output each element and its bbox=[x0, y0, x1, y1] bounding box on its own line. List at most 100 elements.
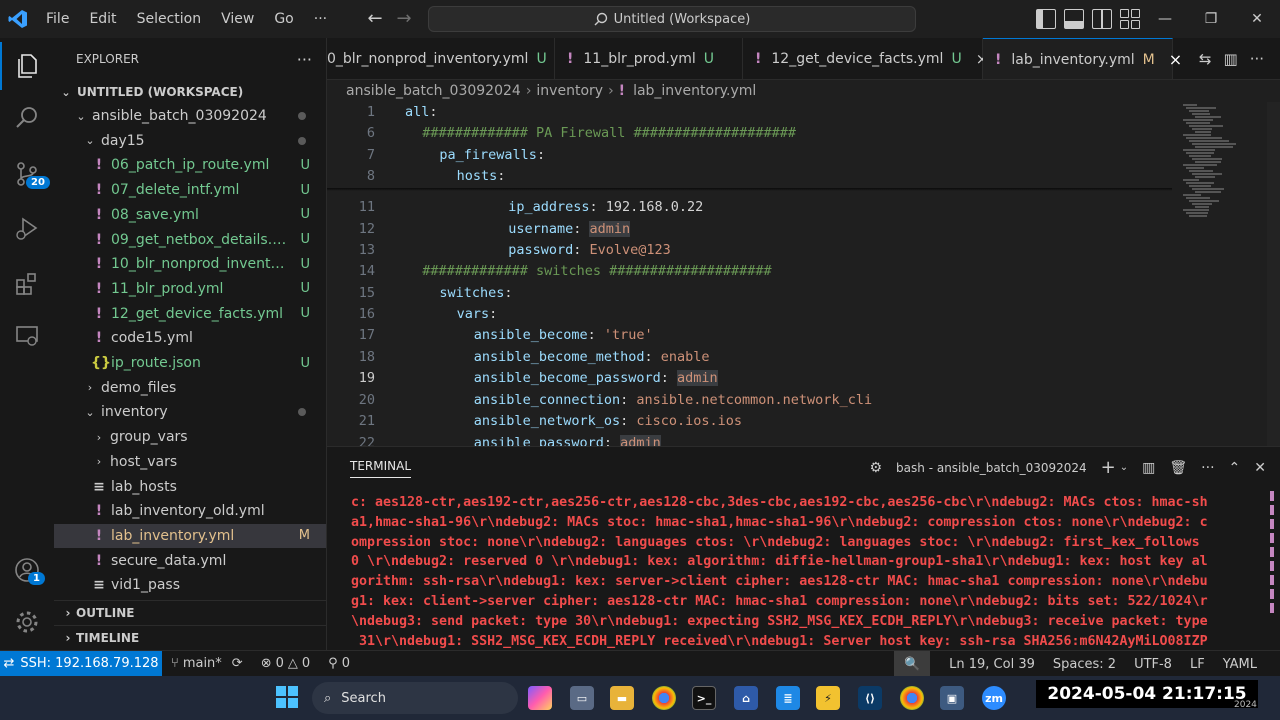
terminal-app-icon[interactable]: >_ bbox=[692, 686, 716, 710]
outline-section[interactable]: › OUTLINE bbox=[54, 600, 326, 625]
tab-12-get-device-facts[interactable]: ! 12_get_device_facts.yml U × bbox=[743, 38, 988, 79]
editor-scrollbar[interactable] bbox=[1267, 102, 1280, 446]
file-explorer-icon[interactable]: ▬ bbox=[610, 686, 634, 710]
git-branch[interactable]: ⑂ main* ⟳ bbox=[162, 656, 252, 671]
tree-item[interactable]: ! 06_patch_ip_route.yml U bbox=[54, 153, 326, 177]
back-arrow-icon[interactable]: ← bbox=[364, 8, 386, 30]
encoding[interactable]: UTF-8 bbox=[1125, 657, 1181, 672]
menu-view[interactable]: View bbox=[211, 0, 264, 38]
tree-item[interactable]: ≡ vid1_pass bbox=[54, 573, 326, 597]
explorer-icon[interactable] bbox=[0, 42, 54, 90]
remote-explorer-icon[interactable] bbox=[0, 312, 54, 360]
more-actions-icon[interactable]: ··· bbox=[1201, 460, 1214, 476]
search-icon[interactable] bbox=[0, 94, 54, 142]
breadcrumb-item-folder[interactable]: ansible_batch_03092024 bbox=[346, 83, 521, 99]
tree-item[interactable]: ≡ lab_hosts bbox=[54, 475, 326, 499]
split-editor-icon[interactable]: ▥ bbox=[1224, 50, 1238, 68]
putty-icon[interactable]: ⚡ bbox=[816, 686, 840, 710]
compare-changes-icon[interactable]: ⇆ bbox=[1199, 50, 1212, 68]
maximize-panel-icon[interactable]: ⌃ bbox=[1229, 460, 1241, 476]
taskbar-search[interactable]: ⌕ Search bbox=[312, 682, 518, 714]
tree-item[interactable]: ! 08_save.yml U bbox=[54, 203, 326, 227]
toggle-primary-sidebar-icon[interactable] bbox=[1036, 9, 1056, 29]
tab-11-blr-prod[interactable]: ! 11_blr_prod.yml U bbox=[555, 38, 743, 79]
terminal-scrollbar[interactable] bbox=[1270, 491, 1276, 651]
cursor-position[interactable]: Ln 19, Col 39 bbox=[940, 657, 1044, 672]
tree-item[interactable]: ⌄ inventory bbox=[54, 400, 326, 424]
yaml-file-icon: ! bbox=[95, 182, 103, 199]
workspace-header[interactable]: ⌄ UNTITLED (WORKSPACE) bbox=[54, 80, 326, 104]
timeline-section[interactable]: › TIMELINE bbox=[54, 625, 326, 650]
tab-10-blr-nonprod-inventory[interactable]: 0_blr_nonprod_inventory.yml U bbox=[327, 38, 555, 79]
windows-start-icon[interactable] bbox=[276, 686, 298, 708]
tree-item[interactable]: › group_vars bbox=[54, 425, 326, 449]
more-actions-icon[interactable]: ··· bbox=[297, 50, 312, 69]
breadcrumb-item-file[interactable]: lab_inventory.yml bbox=[633, 83, 756, 99]
menu-selection[interactable]: Selection bbox=[127, 0, 212, 38]
restore-icon[interactable]: ❐ bbox=[1188, 0, 1234, 38]
tree-item[interactable]: ! 07_delete_intf.yml U bbox=[54, 178, 326, 202]
network-app-icon[interactable]: ⌂ bbox=[734, 686, 758, 710]
tree-item[interactable]: ! lab_inventory_old.yml bbox=[54, 499, 326, 523]
close-window-icon[interactable]: ✕ bbox=[1234, 0, 1280, 38]
code-editor[interactable]: 1 all: 6 ############# PA Firewall ########… bbox=[327, 102, 1280, 446]
ports-indicator[interactable]: ⚲ 0 bbox=[319, 656, 359, 671]
forward-arrow-icon[interactable]: → bbox=[393, 8, 415, 30]
sync-icon[interactable]: ⟳ bbox=[232, 656, 243, 671]
tree-item[interactable]: › demo_files bbox=[54, 376, 326, 400]
tree-item[interactable]: ! secure_data.yml bbox=[54, 549, 326, 573]
close-tab-icon[interactable]: × bbox=[1169, 50, 1182, 69]
new-terminal-icon[interactable]: + bbox=[1101, 457, 1116, 478]
tree-item[interactable]: ! 12_get_device_facts.yml U bbox=[54, 302, 326, 326]
tree-item[interactable]: ⌄ day15 bbox=[54, 129, 326, 153]
zoom-app-icon[interactable]: zm bbox=[982, 686, 1006, 710]
toggle-panel-icon[interactable] bbox=[1064, 9, 1084, 29]
tree-item[interactable]: {} ip_route.json U bbox=[54, 351, 326, 375]
tree-item[interactable]: ! 11_blr_prod.yml U bbox=[54, 277, 326, 301]
breadcrumb-item-inventory[interactable]: inventory bbox=[536, 83, 603, 99]
split-terminal-icon[interactable]: ▥ bbox=[1142, 460, 1155, 476]
task-view-icon[interactable]: ▭ bbox=[570, 686, 594, 710]
remote-desktop-icon[interactable]: ▣ bbox=[940, 686, 964, 710]
tree-item[interactable]: ! code15.yml bbox=[54, 326, 326, 350]
chevron-down-icon[interactable]: ⌄ bbox=[1120, 462, 1128, 473]
command-center[interactable]: Untitled (Workspace) bbox=[428, 6, 916, 32]
settings-gear-icon[interactable] bbox=[0, 598, 54, 646]
chrome-profile-icon[interactable] bbox=[900, 686, 924, 710]
tab-lab-inventory[interactable]: ! lab_inventory.yml M × bbox=[983, 38, 1182, 79]
menu-more[interactable]: ··· bbox=[304, 0, 337, 38]
more-actions-icon[interactable]: ··· bbox=[1250, 50, 1264, 68]
tree-item[interactable]: ⌄ ansible_batch_03092024 bbox=[54, 104, 326, 128]
extensions-icon[interactable] bbox=[0, 260, 54, 308]
tab-terminal[interactable]: TERMINAL bbox=[350, 459, 412, 478]
run-debug-icon[interactable] bbox=[0, 204, 54, 252]
chrome-icon[interactable] bbox=[652, 686, 676, 710]
toggle-secondary-sidebar-icon[interactable] bbox=[1092, 9, 1112, 29]
minimap[interactable] bbox=[1177, 102, 1280, 446]
menu-edit[interactable]: Edit bbox=[79, 0, 126, 38]
language-mode[interactable]: YAML bbox=[1214, 657, 1266, 672]
menu-go[interactable]: Go bbox=[264, 0, 303, 38]
problems-indicator[interactable]: ⊗ 0 △ 0 bbox=[252, 656, 319, 671]
copilot-icon[interactable] bbox=[528, 686, 552, 710]
minimize-icon[interactable]: — bbox=[1142, 0, 1188, 38]
zoom-icon[interactable]: 🔍 bbox=[893, 651, 931, 677]
minimap-line bbox=[1192, 128, 1212, 130]
end-of-line[interactable]: LF bbox=[1181, 657, 1214, 672]
terminal-output[interactable]: c: aes128-ctr,aes192-ctr,aes256-ctr,aes1… bbox=[351, 493, 1256, 649]
tree-item[interactable]: ! lab_inventory.yml M bbox=[54, 523, 326, 548]
tree-item[interactable]: ! 09_get_netbox_details.yml U bbox=[54, 228, 326, 252]
source-control-icon[interactable]: 20 bbox=[0, 150, 54, 198]
close-panel-icon[interactable]: ✕ bbox=[1254, 460, 1266, 476]
indentation[interactable]: Spaces: 2 bbox=[1044, 657, 1125, 672]
accounts-icon[interactable]: 1 bbox=[0, 546, 54, 594]
trash-icon[interactable]: 🗑 bbox=[1169, 460, 1187, 476]
tree-item[interactable]: › host_vars bbox=[54, 450, 326, 474]
notepad-icon[interactable]: ≣ bbox=[776, 686, 800, 710]
tree-item[interactable]: ! 10_blr_nonprod_inventory.... U bbox=[54, 252, 326, 276]
terminal-instance-label[interactable]: bash - ansible_batch_03092024 bbox=[896, 461, 1087, 475]
customize-layout-icon[interactable] bbox=[1120, 9, 1140, 29]
vscode-taskbar-icon[interactable]: ⟨⟩ bbox=[858, 686, 882, 710]
remote-indicator[interactable]: ⇄ SSH: 192.168.79.128 bbox=[0, 650, 162, 677]
menu-file[interactable]: File bbox=[36, 0, 79, 38]
